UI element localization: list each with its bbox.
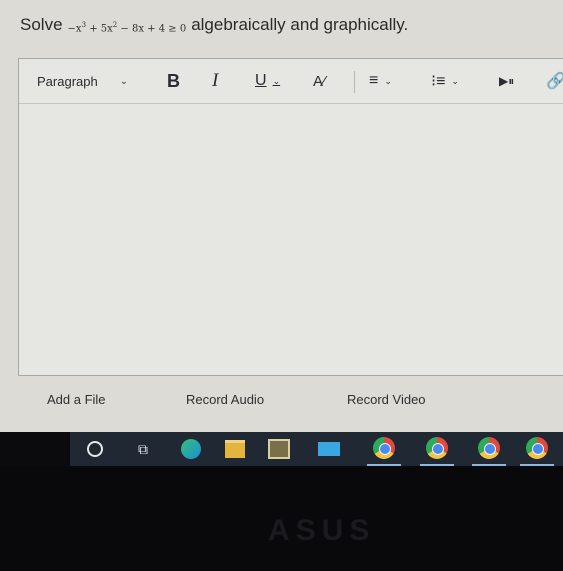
windows-taskbar: ⧉ [70, 432, 563, 466]
search-circle-icon [87, 441, 103, 457]
record-audio-link[interactable]: Record Audio [186, 392, 264, 407]
underline-button[interactable]: U ⌄ [255, 59, 280, 103]
question-trail: algebraically and graphically. [191, 15, 409, 34]
bold-button[interactable]: B [167, 59, 180, 103]
media-icon: ▶⏸ [499, 73, 515, 88]
chrome-icon [426, 437, 448, 459]
list-dropdown[interactable]: ⁝≡ ⌄ [431, 59, 459, 103]
store-button[interactable] [262, 432, 296, 466]
mail-button[interactable] [312, 432, 346, 466]
chevron-down-icon: ⌄ [272, 75, 281, 86]
inequality-expression: −x3 + 5x2 − 8x + 4 ≥ 0 [68, 21, 187, 34]
browser-screen: Solve −x3 + 5x2 − 8x + 4 ≥ 0 algebraical… [0, 0, 563, 432]
editor-text-area[interactable] [19, 104, 563, 375]
term-cubic: −x [67, 23, 82, 35]
question-text: Solve −x3 + 5x2 − 8x + 4 ≥ 0 algebraical… [20, 10, 555, 40]
chevron-down-icon: ⌄ [119, 75, 129, 87]
link-button[interactable]: 🔗 [546, 59, 563, 103]
mail-icon [318, 442, 340, 456]
attachment-options: Add a File Record Audio Record Video [0, 388, 563, 414]
edge-browser-button[interactable] [174, 432, 208, 466]
edge-icon [181, 439, 201, 459]
paragraph-format-dropdown[interactable]: Paragraph ⌄ [37, 59, 128, 103]
term-linear-constant: − 8x + 4 ≥ 0 [117, 23, 187, 35]
chevron-down-icon: ⌄ [384, 75, 392, 86]
chrome-window-1[interactable] [367, 432, 401, 466]
paragraph-label: Paragraph [37, 73, 98, 89]
media-button[interactable]: ▶⏸ [499, 59, 514, 103]
laptop-bezel: ASUS [0, 466, 563, 571]
toolbar-divider [354, 71, 355, 93]
add-file-link[interactable]: Add a File [47, 392, 106, 407]
record-video-link[interactable]: Record Video [347, 392, 426, 407]
file-explorer-button[interactable] [218, 432, 252, 466]
text-color-icon: A⁄ [313, 72, 326, 90]
chrome-window-2[interactable] [420, 432, 454, 466]
brand-logo: ASUS [268, 514, 376, 547]
text-color-button[interactable]: A⁄ [313, 59, 326, 103]
align-icon: ≡ [369, 72, 379, 89]
align-dropdown[interactable]: ≡ ⌄ [369, 59, 392, 103]
chrome-window-4[interactable] [520, 432, 554, 466]
chrome-icon [526, 437, 548, 459]
underline-icon: U [255, 72, 267, 89]
folder-icon [225, 440, 245, 458]
rich-text-editor: Paragraph ⌄ B I U ⌄ A⁄ ≡ ⌄ ⁝≡ ⌄ ▶⏸ 🔗 [18, 58, 563, 376]
store-bag-icon [268, 439, 290, 459]
task-view-button[interactable]: ⧉ [126, 432, 160, 466]
chrome-window-3[interactable] [472, 432, 506, 466]
start-button[interactable] [78, 432, 112, 466]
task-view-icon: ⧉ [138, 440, 148, 457]
question-lead: Solve [20, 15, 63, 34]
link-icon: 🔗 [546, 73, 563, 90]
chevron-down-icon: ⌄ [451, 75, 459, 86]
list-icon: ⁝≡ [431, 73, 446, 90]
editor-toolbar: Paragraph ⌄ B I U ⌄ A⁄ ≡ ⌄ ⁝≡ ⌄ ▶⏸ 🔗 [19, 59, 563, 104]
term-quadratic: + 5x [86, 23, 113, 35]
chrome-icon [373, 437, 395, 459]
italic-button[interactable]: I [212, 59, 218, 103]
chrome-icon [478, 437, 500, 459]
